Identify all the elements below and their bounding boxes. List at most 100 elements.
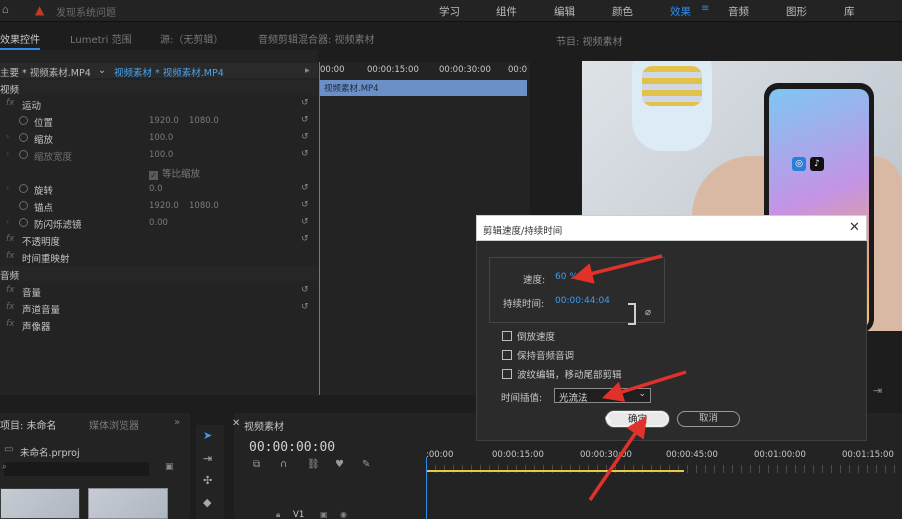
ec-clip-bar[interactable]: 视频素材.MP4 (320, 80, 527, 96)
track-v1-label[interactable]: V1 (293, 510, 304, 519)
effect-motion[interactable]: fx 运动 ↺ (0, 96, 318, 113)
flicker-value[interactable]: 0.00 (149, 218, 168, 228)
workspace-libraries[interactable]: 库 (844, 4, 855, 19)
workspace-menu-icon[interactable]: ≡ (701, 3, 709, 14)
workspace-learn[interactable]: 学习 (439, 4, 460, 19)
media-thumbnail[interactable] (88, 488, 168, 519)
new-bin-icon[interactable]: ▣ (165, 462, 174, 472)
reset-icon[interactable]: ↺ (301, 302, 309, 312)
fx-icon[interactable]: fx (6, 285, 15, 295)
reset-icon[interactable]: ↺ (301, 234, 309, 244)
snap-icon[interactable]: ∩ (280, 459, 287, 470)
stopwatch-icon[interactable] (19, 150, 28, 159)
param-uniform-scale[interactable]: ✓ 等比缩放 (0, 164, 318, 181)
stopwatch-icon[interactable] (19, 184, 28, 193)
reverse-speed-checkbox[interactable] (502, 331, 512, 341)
duration-input[interactable]: 00:00:44:04 (555, 296, 610, 306)
reverse-speed-option[interactable]: 倒放速度 (502, 329, 555, 343)
rotation-value[interactable]: 0.0 (149, 184, 163, 194)
tab-media-browser[interactable]: 媒体浏览器 (89, 417, 139, 432)
reset-icon[interactable]: ↺ (301, 217, 309, 227)
warning-icon[interactable]: ▲ (35, 3, 49, 17)
fx-icon[interactable]: fx (6, 319, 15, 329)
tab-program-monitor[interactable]: 节目: 视频素材 (556, 33, 623, 48)
tab-lumetri-scopes[interactable]: Lumetri 范围 (70, 31, 132, 46)
effect-time-remap[interactable]: fx 时间重映射 (0, 249, 318, 266)
sequence-clip-label[interactable]: 视频素材 * 视频素材.MP4 (114, 65, 224, 79)
param-position[interactable]: 位置 1920.0 1080.0 ↺ (0, 113, 318, 130)
expand-icon[interactable]: › (6, 132, 9, 141)
workspace-assembly[interactable]: 组件 (496, 4, 517, 19)
tab-project[interactable]: 项目: 未命名 (0, 417, 57, 432)
position-x-value[interactable]: 1920.0 (149, 116, 179, 126)
uniform-scale-checkbox[interactable]: ✓ (149, 171, 158, 180)
tab-audio-clip-mixer[interactable]: 音频剪辑混合器: 视频素材 (258, 31, 375, 46)
add-marker-icon[interactable]: ♥ (335, 459, 344, 470)
fx-icon[interactable]: fx (6, 251, 15, 261)
param-scale[interactable]: › 缩放 100.0 ↺ (0, 130, 318, 147)
param-rotation[interactable]: › 旋转 0.0 ↺ (0, 181, 318, 198)
expand-icon[interactable]: › (6, 183, 9, 192)
param-flicker[interactable]: › 防闪烁滤镜 0.00 ↺ (0, 215, 318, 232)
effect-channel-volume[interactable]: fx 声道音量 ↺ (0, 300, 318, 317)
maintain-pitch-checkbox[interactable] (502, 350, 512, 360)
fx-icon[interactable]: fx (6, 98, 15, 108)
ok-button[interactable]: 确定 (606, 411, 669, 427)
home-icon[interactable]: ⌂ (2, 4, 14, 16)
effect-volume[interactable]: fx 音量 ↺ (0, 283, 318, 300)
expand-icon[interactable]: › (6, 149, 9, 158)
lock-icon[interactable]: 🔒︎ (276, 510, 280, 519)
fx-icon[interactable]: fx (6, 234, 15, 244)
param-scale-width[interactable]: › 缩放宽度 100.0 ↺ (0, 147, 318, 164)
effect-panner[interactable]: fx 声像器 (0, 317, 318, 334)
anchor-x-value[interactable]: 1920.0 (149, 201, 179, 211)
workspace-color[interactable]: 颜色 (612, 4, 633, 19)
tab-sequence[interactable]: 视频素材 (244, 418, 284, 433)
reset-icon[interactable]: ↺ (301, 98, 309, 108)
more-tabs-icon[interactable]: » (174, 417, 180, 428)
close-tab-icon[interactable]: ✕ (232, 418, 240, 429)
stopwatch-icon[interactable] (19, 116, 28, 125)
stopwatch-icon[interactable] (19, 201, 28, 210)
reset-icon[interactable]: ↺ (301, 149, 309, 159)
work-area-bar[interactable] (427, 470, 684, 472)
anchor-y-value[interactable]: 1080.0 (189, 201, 219, 211)
maintain-pitch-option[interactable]: 保持音频音调 (502, 348, 574, 362)
reset-icon[interactable]: ↺ (301, 285, 309, 295)
workspace-effects[interactable]: 效果 (670, 4, 691, 19)
reset-icon[interactable]: ↺ (301, 132, 309, 142)
stopwatch-icon[interactable] (19, 218, 28, 227)
workspace-graphics[interactable]: 图形 (786, 4, 807, 19)
selection-tool-icon[interactable]: ➤ (203, 429, 212, 442)
tab-effect-controls[interactable]: 效果控件 (0, 31, 40, 50)
close-icon[interactable]: ✕ (849, 220, 860, 235)
timeline-timecode[interactable]: 00:00:00:00 (249, 440, 335, 455)
workspace-audio[interactable]: 音频 (728, 4, 749, 19)
speed-input[interactable]: 60 % (555, 272, 578, 282)
reset-icon[interactable]: ↺ (301, 200, 309, 210)
issue-text[interactable]: 发现系统问题 (56, 4, 116, 19)
settings-wrench-icon[interactable]: ✎ (362, 459, 370, 470)
param-anchor[interactable]: 锚点 1920.0 1080.0 ↺ (0, 198, 318, 215)
project-search-input[interactable] (4, 462, 149, 476)
eye-icon[interactable]: ◉ (340, 510, 347, 519)
reset-icon[interactable]: ↺ (301, 115, 309, 125)
project-file-name[interactable]: 未命名.prproj (20, 445, 80, 459)
interpolation-select[interactable]: 光流法 ⌄ (554, 388, 651, 404)
ripple-edit-icon[interactable]: ✣ (203, 474, 212, 487)
tab-source[interactable]: 源:（无剪辑） (160, 31, 223, 46)
sync-lock-icon[interactable]: ▣ (320, 510, 328, 519)
media-thumbnail[interactable] (0, 488, 80, 519)
position-y-value[interactable]: 1080.0 (189, 116, 219, 126)
reset-icon[interactable]: ↺ (301, 183, 309, 193)
ec-playhead[interactable] (319, 62, 320, 395)
master-clip-label[interactable]: 主要 * 视频素材.MP4 (0, 65, 91, 79)
export-frame-icon[interactable]: ⇥ (873, 384, 882, 397)
scale-value[interactable]: 100.0 (149, 133, 173, 143)
cancel-button[interactable]: 取消 (677, 411, 740, 427)
fx-icon[interactable]: fx (6, 302, 15, 312)
stopwatch-icon[interactable] (19, 133, 28, 142)
unlink-icon[interactable]: ⌀ (645, 307, 651, 318)
expand-icon[interactable]: › (6, 217, 9, 226)
ripple-edit-checkbox[interactable] (502, 369, 512, 379)
